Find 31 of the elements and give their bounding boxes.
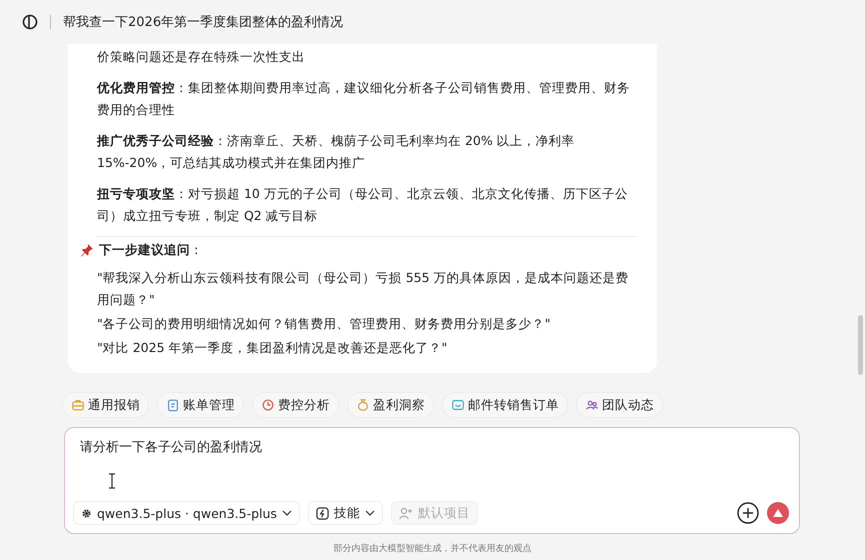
suggestion-paragraph: 扭亏专项攻坚：对亏损超 10 万元的子公司（母公司、北京云领、北京文化传播、历下区子公司）成立扭亏专班，制定 Q2 减亏目标 (97, 185, 629, 225)
suggested-question[interactable]: "帮我深入分析山东云领科技有限公司（母公司）亏损 555 万的具体原因，是成本问题还是费用问题？" (97, 267, 637, 311)
lightning-icon (316, 506, 329, 520)
model-selector[interactable]: qwen3.5-plus · qwen3.5-plus (73, 501, 300, 525)
conversation-title: 帮我查一下2026年第一季度集团整体的盈利情况 (63, 14, 344, 31)
answer-paragraph: 价策略问题还是存在特殊一次性支出 (97, 48, 306, 66)
chevron-down-icon (282, 510, 292, 516)
add-button[interactable] (737, 502, 759, 524)
send-button[interactable] (767, 502, 789, 524)
chevron-down-icon (364, 510, 375, 516)
suggested-question[interactable]: "对比 2025 年第一季度，集团盈利情况是改善还是恶化了？" (97, 337, 637, 359)
pushpin-icon (80, 243, 94, 257)
shortcut-chip[interactable]: 账单管理 (157, 392, 244, 418)
scrollbar-thumb[interactable] (858, 315, 863, 375)
shortcut-chip[interactable]: 盈利洞察 (347, 392, 434, 418)
plus-icon (737, 502, 759, 524)
suggestion-paragraph: 推广优秀子公司经验：济南章丘、天桥、槐荫子公司毛利率均在 20% 以上，净利率 15%-20%，可总结其成功模式并在集团内推广 (97, 132, 576, 172)
text-cursor-icon (108, 473, 116, 489)
suggested-question[interactable]: "各子公司的费用明细情况如何？销售费用、管理费用、财务费用分别是多少？" (97, 313, 637, 335)
shortcut-chip[interactable]: 通用报销 (62, 392, 149, 418)
sidebar-toggle-icon[interactable] (22, 14, 38, 30)
shortcut-chip[interactable]: 团队动态 (576, 392, 663, 418)
suggestion-paragraph: 优化费用管控：集团整体期间费用率过高，建议细化分析各子公司销售费用、管理费用、财务费用的合理性 (97, 79, 631, 119)
people-icon (398, 506, 413, 520)
gear-icon (81, 508, 92, 518)
skills-dropdown[interactable]: 技能 (308, 501, 383, 525)
section-heading: 下一步建议追问： (99, 241, 203, 259)
arrow-up-icon (773, 509, 783, 517)
shortcut-chip[interactable]: 邮件转销售订单 (442, 392, 568, 418)
disclaimer: 部分内容由大模型智能生成，并不代表用友的观点 (332, 542, 532, 555)
shortcut-chip[interactable]: 费控分析 (252, 392, 339, 418)
